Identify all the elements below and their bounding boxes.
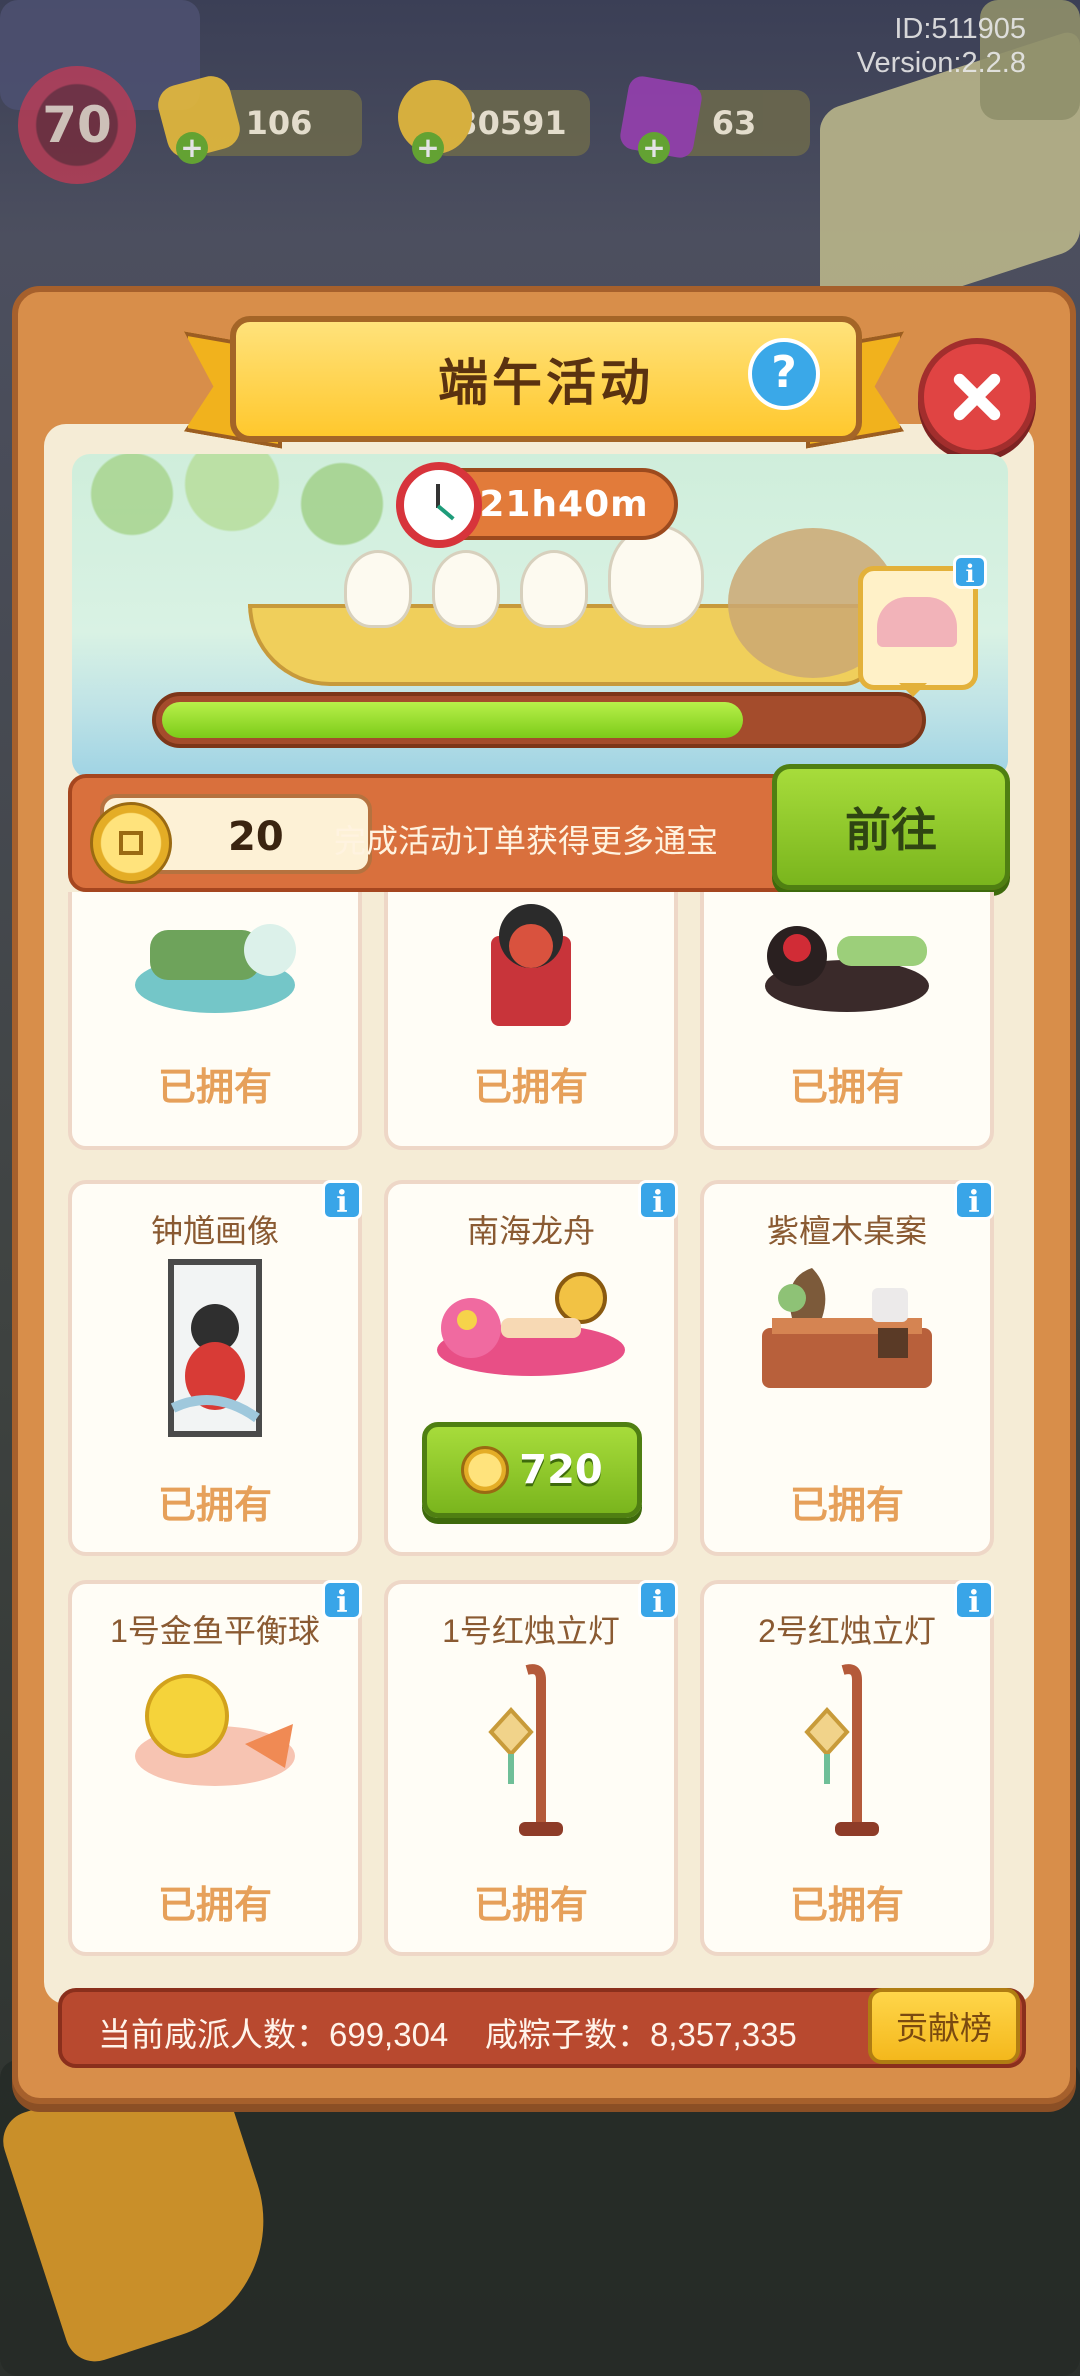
event-progress-bar [152, 692, 926, 748]
item-name: 1号金鱼平衡球 [110, 1613, 320, 1649]
rower-figure [344, 550, 412, 628]
dragon-boat-item-icon [130, 910, 300, 1020]
nanhai-dragon-boat-icon [431, 1258, 631, 1388]
close-button[interactable] [918, 338, 1036, 456]
help-icon[interactable]: ? [748, 338, 820, 410]
token-coin-icon [90, 802, 172, 884]
task-description: 完成活动订单获得更多通宝 [334, 823, 719, 859]
rosewood-table-icon [752, 1258, 942, 1408]
item-name: 紫檀木桌案 [766, 1213, 927, 1249]
progress-reward[interactable]: i [858, 555, 987, 697]
owned-label: 已拥有 [157, 1065, 272, 1109]
token-coin-icon [461, 1446, 510, 1494]
item-name: 1号红烛立灯 [442, 1613, 620, 1649]
item-name: 2号红烛立灯 [758, 1613, 936, 1649]
close-icon [953, 373, 1001, 421]
rower-figure [432, 550, 500, 628]
token-value: 20 [228, 814, 284, 860]
event-stats-text: 当前咸派人数：699,304 咸粽子数：8,357,335 [98, 2016, 797, 2053]
level-value: 70 [42, 96, 112, 154]
contribution-rank-button[interactable]: 贡献榜 [868, 1988, 1020, 2064]
shop-item-card[interactable]: i 南海龙舟 720 [384, 1180, 678, 1556]
black-dragon-boat-icon [757, 906, 937, 1026]
gem-value: 63 [711, 104, 757, 142]
goldfish-balance-ball-icon [125, 1664, 305, 1794]
owned-label: 已拥有 [157, 1483, 272, 1527]
panel-title: 端午活动 [438, 354, 654, 412]
item-name: 南海龙舟 [466, 1213, 595, 1249]
price-value: 720 [519, 1447, 603, 1493]
red-candle-lamp-icon [481, 1660, 581, 1840]
owned-label: 已拥有 [789, 1883, 904, 1927]
item-name: 钟馗画像 [150, 1213, 279, 1249]
rower-figure [520, 550, 588, 628]
add-gems-icon[interactable]: + [638, 132, 670, 164]
shop-item-card[interactable]: i 钟馗画像 已拥有 [68, 1180, 362, 1556]
coin-value: 30591 [455, 104, 567, 142]
event-timer: 21h40m [396, 462, 678, 548]
version-info: ID:511905 Version:2.2.8 [857, 12, 1026, 80]
progress-fill [162, 702, 743, 738]
shop-grid[interactable]: 已拥有 已拥有 已拥有 i 钟馗画像 已拥有 i 南海龙舟 720 i 紫檀木桌… [60, 892, 1016, 1964]
shop-item-card[interactable]: 已拥有 [68, 892, 362, 1150]
owned-label: 已拥有 [789, 1483, 904, 1527]
owned-label: 已拥有 [157, 1883, 272, 1927]
energy-counter[interactable]: + 106 [153, 71, 362, 164]
owned-label: 已拥有 [473, 1065, 588, 1109]
add-coins-icon[interactable]: + [412, 132, 444, 164]
energy-value: 106 [245, 104, 313, 142]
owned-label: 已拥有 [789, 1065, 904, 1109]
owned-label: 已拥有 [473, 1883, 588, 1927]
bridge-reward-icon [877, 597, 957, 647]
timer-value: 21h40m [479, 483, 649, 525]
zhong-kui-statue-icon [471, 896, 591, 1036]
shop-item-card[interactable]: i 1号红烛立灯 已拥有 [384, 1580, 678, 1956]
leaves-decoration [72, 454, 452, 564]
clock-icon [396, 462, 482, 548]
gem-counter[interactable]: + 63 [618, 74, 810, 164]
shop-item-card[interactable]: i 紫檀木桌案 已拥有 [700, 1180, 994, 1556]
buy-button[interactable]: 720 [422, 1422, 642, 1518]
go-button[interactable]: 前往 [772, 764, 1010, 890]
info-icon[interactable]: i [953, 555, 987, 589]
shop-item-card[interactable]: i 1号金鱼平衡球 已拥有 [68, 1580, 362, 1956]
shop-item-card[interactable]: i 2号红烛立灯 已拥有 [700, 1580, 994, 1956]
shop-item-card[interactable]: 已拥有 [700, 892, 994, 1150]
red-candle-lamp-icon [797, 1660, 897, 1840]
coin-counter[interactable]: + 30591 [398, 80, 590, 164]
level-badge[interactable]: 70 [18, 66, 136, 184]
zhong-kui-portrait-icon [165, 1258, 265, 1438]
add-energy-icon[interactable]: + [176, 132, 208, 164]
shop-item-card[interactable]: 已拥有 [384, 892, 678, 1150]
version-label: Version:2.2.8 [856, 47, 1026, 79]
player-id: ID:511905 [894, 13, 1026, 45]
go-button-label: 前往 [845, 803, 937, 857]
rank-button-label: 贡献榜 [895, 2010, 992, 2046]
